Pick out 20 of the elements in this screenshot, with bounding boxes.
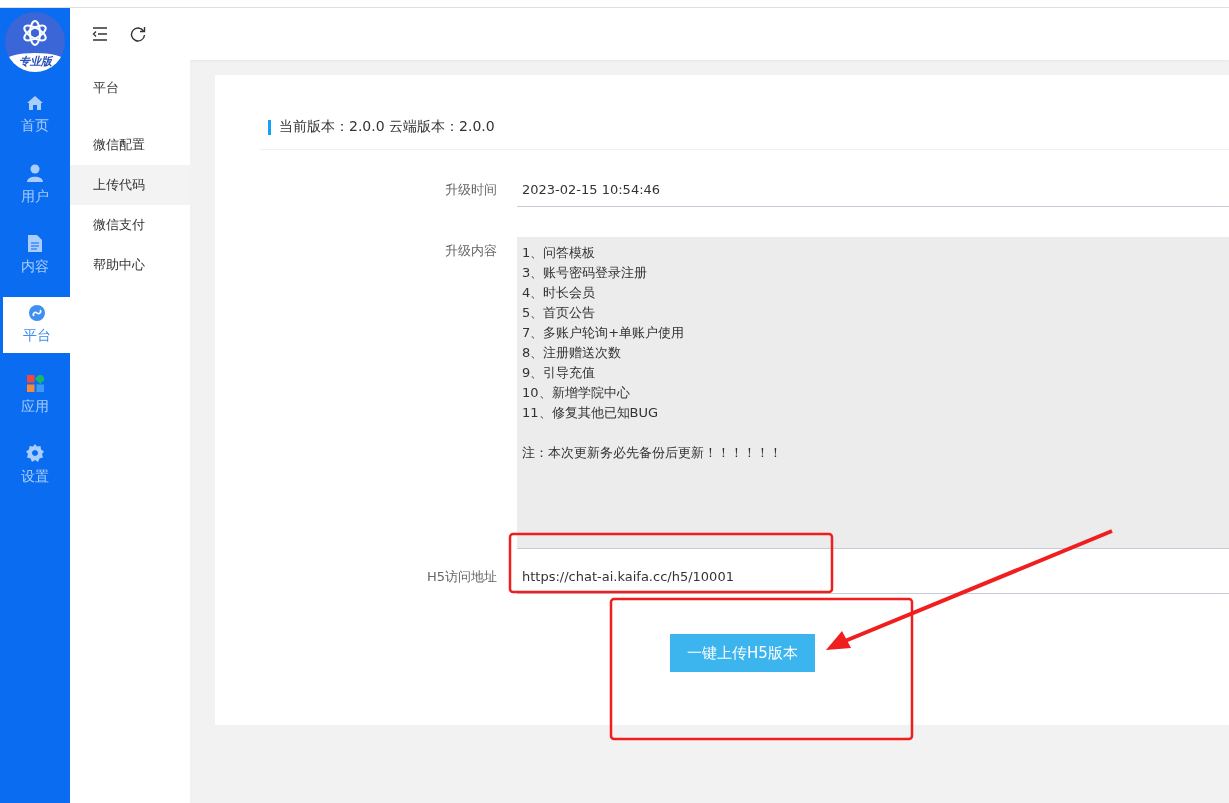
field-label: 升级时间 [444, 181, 498, 199]
home-icon [26, 95, 44, 111]
document-icon [28, 234, 42, 252]
submenu-item[interactable]: 微信支付 [70, 205, 190, 245]
submenu-item[interactable]: 上传代码 [70, 165, 190, 205]
submenu-title: 平台 [92, 79, 120, 97]
submenu-item[interactable]: 帮助中心 [70, 245, 190, 285]
gear-icon [26, 444, 44, 462]
user-icon [26, 164, 44, 182]
textarea-field[interactable]: 1、问答模板 3、账号密码登录注册 4、时长会员 5、首页公告 7、多账户轮询+单账户使用 8、注册赠送次数 9、引导充值 10、新增学院中心 11、修复其他已知BUG 注：本次更新务必先备份后更新！！！！！！ [517, 237, 1229, 549]
menu-collapse-icon[interactable] [92, 27, 108, 41]
input-field[interactable]: 2023-02-15 10:54:46 [517, 176, 1229, 207]
submenu-item[interactable]: 微信配置 [70, 125, 190, 165]
refresh-icon[interactable] [130, 26, 146, 42]
input-field[interactable]: https://chat-ai.kaifa.cc/h5/10001 [517, 563, 1229, 594]
title-accent-bar [268, 119, 271, 135]
field-label: 升级内容 [444, 242, 498, 260]
field-label: H5访问地址 [425, 568, 498, 586]
version-title: 当前版本：2.0.0 云端版本：2.0.0 [279, 118, 495, 136]
apps-icon [26, 374, 44, 392]
